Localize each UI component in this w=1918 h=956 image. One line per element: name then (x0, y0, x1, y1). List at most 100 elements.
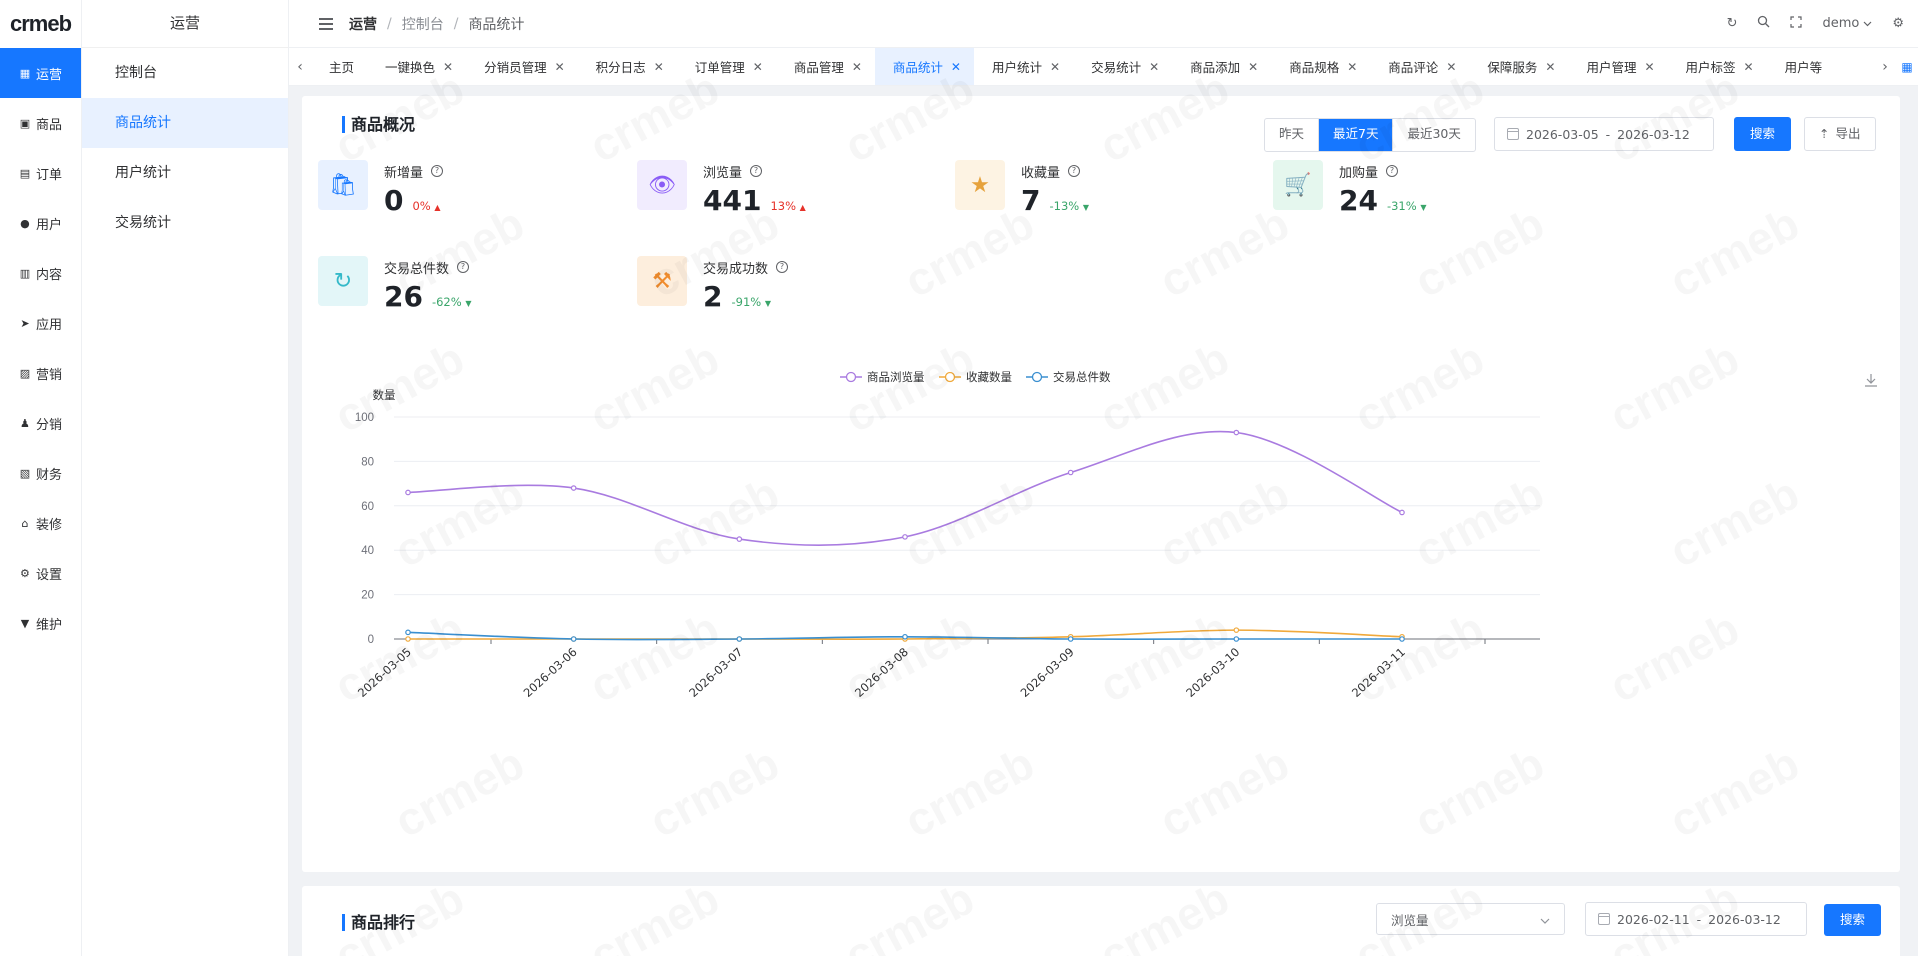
tab[interactable]: 主页 (311, 48, 367, 85)
nav-item-label: 应用 (35, 317, 62, 333)
ranking-search-button[interactable]: 搜索 (1824, 904, 1882, 936)
tabs-next-icon[interactable]: › (1874, 59, 1896, 75)
tab[interactable]: 商品评论 ✕ (1370, 48, 1469, 85)
nav-item[interactable]: ● 用户 (0, 198, 81, 248)
tab[interactable]: 商品统计 ✕ (874, 48, 974, 85)
nav-item[interactable]: ▼ 维护 (0, 598, 81, 648)
download-icon[interactable] (1865, 374, 1877, 387)
tab[interactable]: 用户等 (1767, 48, 1836, 85)
chevron-down-icon (1540, 912, 1550, 927)
nav-item[interactable]: ▤ 订单 (0, 148, 81, 198)
maintain-icon: ▼ (20, 616, 30, 630)
close-icon[interactable]: ✕ (1446, 60, 1456, 74)
shop-icon: ▣ (19, 116, 31, 130)
tab[interactable]: 用户标签 ✕ (1668, 48, 1767, 85)
nav-item[interactable]: ▦ 运营 (0, 48, 81, 98)
tabs-prev-icon[interactable]: ‹ (289, 59, 311, 75)
data-point (570, 485, 577, 491)
overview-card: 商品概况 昨天 最近7天 最近30天 2026-03-05 - 2026-03-12… (302, 96, 1900, 872)
close-icon[interactable]: ✕ (852, 60, 862, 74)
nav-item[interactable]: ➤ 应用 (0, 298, 81, 348)
tab-label: 商品添加 (1190, 60, 1241, 75)
tab[interactable]: 一键换色 ✕ (367, 48, 466, 85)
tab-label: 用户标签 (1685, 60, 1736, 75)
close-icon[interactable]: ✕ (1248, 60, 1258, 74)
user-menu[interactable]: demo (1822, 16, 1872, 31)
tab-label: 用户管理 (1586, 60, 1637, 75)
close-icon[interactable]: ✕ (1149, 60, 1159, 74)
breadcrumb-item[interactable]: 控制台 (402, 14, 444, 34)
submenu-item[interactable]: 交易统计 (82, 198, 288, 248)
data-point (1233, 429, 1240, 436)
tab[interactable]: 用户管理 ✕ (1568, 48, 1667, 85)
ranking-card: 商品排行 浏览量 2026-02-11 - 2026-03-12 搜索 (302, 886, 1900, 956)
fullscreen-icon[interactable] (1790, 15, 1803, 32)
tab[interactable]: 商品规格 ✕ (1271, 48, 1370, 85)
search-icon[interactable] (1757, 15, 1770, 32)
data-point (405, 636, 411, 642)
tab[interactable]: 分销员管理 ✕ (466, 48, 578, 85)
data-point (570, 636, 577, 642)
y-tick-label: 40 (361, 545, 374, 557)
nav-item-label: 用户 (35, 217, 62, 233)
nav-item-label: 分销 (35, 417, 62, 433)
nav-item-label: 商品 (35, 117, 62, 133)
secondary-sidebar: 运营 控制台 商品统计 用户统计 交易统计 (82, 0, 289, 956)
legend-label: 收藏数量 (966, 370, 1012, 384)
nav-item-label: 订单 (35, 167, 62, 183)
breadcrumb-item[interactable]: 运营 (349, 14, 377, 34)
settings-icon[interactable]: ⚙ (1892, 16, 1904, 31)
nav-item[interactable]: ▥ 内容 (0, 248, 81, 298)
close-icon[interactable]: ✕ (1347, 60, 1357, 74)
tabs-menu-icon[interactable]: ▦ (1896, 60, 1918, 74)
close-icon[interactable]: ✕ (1545, 60, 1555, 74)
nav-item[interactable]: ♟ 分销 (0, 398, 81, 448)
submenu-item[interactable]: 控制台 (82, 48, 288, 98)
chevron-down-icon (1863, 16, 1872, 31)
y-tick-label: 80 (361, 456, 374, 468)
close-icon[interactable]: ✕ (1644, 60, 1654, 74)
order-icon: ▤ (19, 166, 31, 180)
nav-item[interactable]: ⚙ 设置 (0, 548, 81, 598)
chart-icon: ▨ (19, 366, 31, 380)
x-tick-label: 2026-03-06 (521, 645, 580, 700)
menu-toggle-icon[interactable] (319, 15, 333, 33)
secondary-nav: 控制台 商品统计 用户统计 交易统计 (82, 48, 288, 248)
nav-item-label: 维护 (35, 617, 62, 633)
tab[interactable]: 保障服务 ✕ (1469, 48, 1568, 85)
metric-select-value: 浏览量 (1391, 912, 1429, 928)
y-tick-label: 20 (361, 590, 374, 602)
close-icon[interactable]: ✕ (555, 60, 565, 74)
nav-item[interactable]: ▣ 商品 (0, 98, 81, 148)
tab[interactable]: 商品管理 ✕ (776, 48, 875, 85)
secondary-title: 运营 (82, 0, 288, 48)
close-icon[interactable]: ✕ (654, 60, 664, 74)
tab-label: 主页 (329, 60, 355, 75)
distribution-icon: ♟ (20, 416, 30, 430)
submenu-item[interactable]: 用户统计 (82, 148, 288, 198)
close-icon[interactable]: ✕ (753, 60, 763, 74)
data-point (1399, 509, 1405, 516)
x-tick-label: 2026-03-10 (1183, 645, 1242, 700)
tab[interactable]: 交易统计 ✕ (1073, 48, 1172, 85)
data-point (405, 489, 411, 496)
refresh-icon[interactable]: ↻ (1727, 16, 1738, 31)
tab[interactable]: 商品添加 ✕ (1172, 48, 1271, 85)
close-icon[interactable]: ✕ (1050, 60, 1060, 74)
tab[interactable]: 用户统计 ✕ (974, 48, 1073, 85)
primary-nav: ▦ 运营 ▣ 商品 ▤ 订单 ● 用户 ▥ 内容 ➤ 应用 ▨ 营销 ♟ 分销 ▧ 财务 ⌂ 装修 ⚙ 设置 ▼ 维护 (0, 48, 81, 648)
nav-item[interactable]: ▨ 营销 (0, 348, 81, 398)
metric-select[interactable]: 浏览量 (1376, 903, 1565, 935)
tab[interactable]: 积分日志 ✕ (578, 48, 677, 85)
ranking-date-picker[interactable]: 2026-02-11 - 2026-03-12 (1585, 902, 1807, 936)
submenu-item[interactable]: 商品统计 (82, 98, 288, 148)
breadcrumb: 运营 / 控制台 / 商品统计 (349, 14, 524, 34)
nav-item[interactable]: ⌂ 装修 (0, 498, 81, 548)
close-icon[interactable]: ✕ (951, 60, 961, 74)
tab[interactable]: 订单管理 ✕ (677, 48, 776, 85)
close-icon[interactable]: ✕ (1744, 60, 1754, 74)
nav-item[interactable]: ▧ 财务 (0, 448, 81, 498)
close-icon[interactable]: ✕ (443, 60, 453, 74)
tab-list: 主页 一键换色 ✕ 分销员管理 ✕ 积分日志 ✕ 订单管理 ✕ 商品管理 ✕ 商品统计 ✕ 用户统计 ✕ 交易… (311, 48, 1874, 85)
x-tick-label: 2026-03-11 (1349, 645, 1408, 700)
